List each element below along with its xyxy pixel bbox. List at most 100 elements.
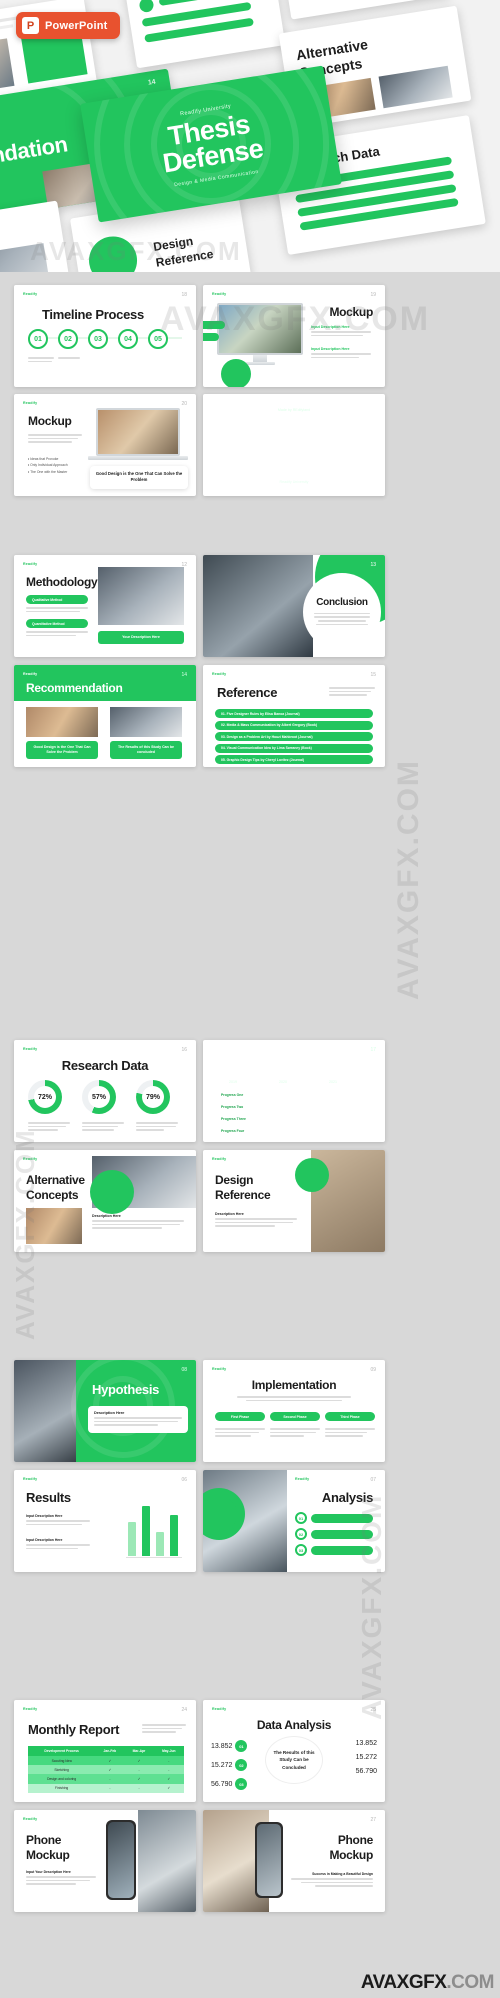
slide-data-analysis[interactable]: Readify 25 Data Analysis 13.852 01 15.27… [203,1700,385,1802]
table-cell: ✓ [124,1756,154,1766]
slide-brand: Readify [212,1367,227,1371]
collage-slide-methodology: ogy [0,200,75,272]
table-cell: - [153,1756,184,1766]
slide-row-6: Readify 10 Alternative Concepts Descript… [14,1150,385,1252]
mockup-lines [28,434,82,445]
slide-methodology[interactable]: Readify 12 Methodology Qualitative Metho… [14,555,196,657]
slide-title: Reference [217,685,278,700]
reference-item[interactable]: 04. Visual Communication Idea by Lima Sw… [215,743,373,753]
slide-title: Hypothesis [92,1382,160,1397]
reference-item[interactable]: 01. Five Designer Rules by Elisa Banoa (… [215,709,373,718]
table-cell: - [153,1765,184,1775]
slide-alternative-concepts[interactable]: Readify 10 Alternative Concepts Descript… [14,1150,196,1252]
timeline-step[interactable]: 04 [118,329,138,349]
phase-pill[interactable]: First Phase [215,1412,265,1421]
slide-title-line1: Phone [337,1833,373,1847]
slide-research-data-bars[interactable]: Readify 17 Research Data 2019 2020 2021 … [203,1040,385,1142]
reference-item[interactable]: 05. Graphic Design Tips by Cheryl Lovite… [215,755,373,764]
donut-chart: 72% [28,1080,62,1114]
slide-page-number: 20 [181,401,187,407]
slide-research-data-donuts[interactable]: Readify 16 Research Data 72% 57% 79% [14,1040,196,1142]
powerpoint-badge[interactable]: P PowerPoint [16,12,120,39]
slide-conclusion[interactable]: Conclusion 13 [203,555,385,657]
bullet-text: Only Individual Approach [30,463,68,468]
progress-row: Progress One [215,1090,373,1099]
slide-reference[interactable]: Readify 15 Reference 01. Five Designer R… [203,665,385,767]
slide-brand: Readify [212,672,227,676]
results-item-label: Input Description Here [26,1538,63,1542]
timeline-step[interactable]: 03 [88,329,108,349]
reference-item[interactable]: 03. Design as a Problem Art by Houzi Mah… [215,732,373,741]
laptop-base [88,456,188,460]
data-analysis-right: 13.852 15.272 56.790 [356,1740,377,1775]
desc-label: Input Description Here [311,347,350,351]
thank-you-line1: Thank [263,420,325,443]
slide-hypothesis[interactable]: 08 Hypothesis Description Here [14,1360,196,1462]
desc-title: Description Here [92,1214,121,1218]
slide-title-line2: Concepts [26,1188,79,1202]
slide-monthly-report[interactable]: Readify 24 Monthly Report Development Pr… [14,1700,196,1802]
slide-title: Analysis [321,1490,373,1505]
hero-section: 14 Recommendation Analysis People Altern… [0,0,500,272]
methodology-caption: Your Description Here [98,631,184,645]
slide-row-9: Readify 24 Monthly Report Development Pr… [14,1700,385,1802]
results-item-label: Input Description Here [26,1514,63,1518]
slide-title: Research Data [61,1058,149,1073]
slide-page-number: 24 [181,1707,187,1713]
slide-row-2: Readify 20 Mockup • Ideas that Provoke •… [14,394,385,496]
tag-qualitative[interactable]: Qualitative Method [26,595,88,604]
desc-label: Input Description Here [311,325,350,329]
tag-quantitative[interactable]: Quantitative Method [26,619,88,628]
slide-page-number: 27 [370,1817,376,1823]
slide-row-8: Readify 06 Results Input Description Her… [14,1470,385,1572]
slide-row-7: 08 Hypothesis Description Here Readify 0… [14,1360,385,1462]
table-header: May-Jun [153,1746,184,1756]
mockup-bullets: • Ideas that Provoke • Only Individual A… [28,456,88,475]
slide-title-line2: Mockup [26,1848,70,1862]
hypothesis-desc-card: Description Here [88,1406,188,1433]
slide-title: Data Analysis [256,1718,332,1732]
slide-design-reference[interactable]: Readify 11 Design Reference Description … [203,1150,385,1252]
monthly-report-table: Development Process Jan-Feb Mar-Apr May-… [28,1746,184,1793]
avaxgfx-logo: AVAXGFX.COM [361,1972,495,1994]
slide-phone-mockup-right[interactable]: Readify 27 Phone Mockup Success in Makin… [203,1810,385,1912]
timeline-step[interactable]: 01 [28,329,48,349]
phase-pill[interactable]: Second Phase [270,1412,320,1421]
slide-thank-you[interactable]: Made by REdifyland Thank You Readify Uni… [203,394,385,496]
data-marker: 01 [235,1740,248,1752]
data-value: 13.852 [355,1740,377,1747]
table-header-row: Development Process Jan-Feb Mar-Apr May-… [28,1746,184,1756]
powerpoint-template-preview-page: 14 Recommendation Analysis People Altern… [0,0,500,1998]
slide-mockup-laptop[interactable]: Readify 20 Mockup • Ideas that Provoke •… [14,394,196,496]
year-tick: 2020 [279,1080,287,1084]
analysis-rows: 01 02 03 [295,1512,373,1556]
slide-title-line1: Design [215,1173,254,1187]
slide-page-number: 14 [181,672,187,678]
bullet-text: Ideas that Provoke [30,457,59,461]
timeline-step[interactable]: 02 [58,329,78,349]
analysis-row: 01 [295,1512,373,1524]
slide-timeline-process[interactable]: Readify 18 Timeline Process 01 02 03 04 … [14,285,196,387]
timeline-step[interactable]: 05 [148,329,168,349]
table-cell: ✓ [153,1783,184,1793]
slide-title: Research Data [217,1058,304,1073]
slide-phone-mockup-left[interactable]: Readify 26 Phone Mockup Input Your Descr… [14,1810,196,1912]
slide-title: Implementation [251,1378,337,1392]
slide-brand: Readify [23,672,38,676]
slide-implementation[interactable]: Readify 09 Implementation First Phase Se… [203,1360,385,1462]
slide-mockup-desktop[interactable]: Readify 19 Mockup Input Description Here… [203,285,385,387]
slide-brand: Readify [295,1477,310,1481]
slide-results[interactable]: Readify 06 Results Input Description Her… [14,1470,196,1572]
slide-recommendation[interactable]: Readify 14 Recommendation Good Design is… [14,665,196,767]
slide-analysis[interactable]: Readify 07 Analysis 01 02 03 [203,1470,385,1572]
data-value: 15.272 [355,1754,377,1761]
laptop-screen [96,408,180,456]
slide-brand: Readify [212,1157,227,1161]
phone-desc: Input Your Description Here [26,1870,98,1887]
phase-pill[interactable]: Third Phase [325,1412,375,1421]
reference-item[interactable]: 02. Media & Mass Communication by Albert… [215,720,373,730]
data-point: 56.790 03 [211,1778,248,1790]
table-cell: - [124,1783,154,1793]
slide-page-number: 13 [370,562,376,568]
data-marker: 03 [235,1778,248,1790]
